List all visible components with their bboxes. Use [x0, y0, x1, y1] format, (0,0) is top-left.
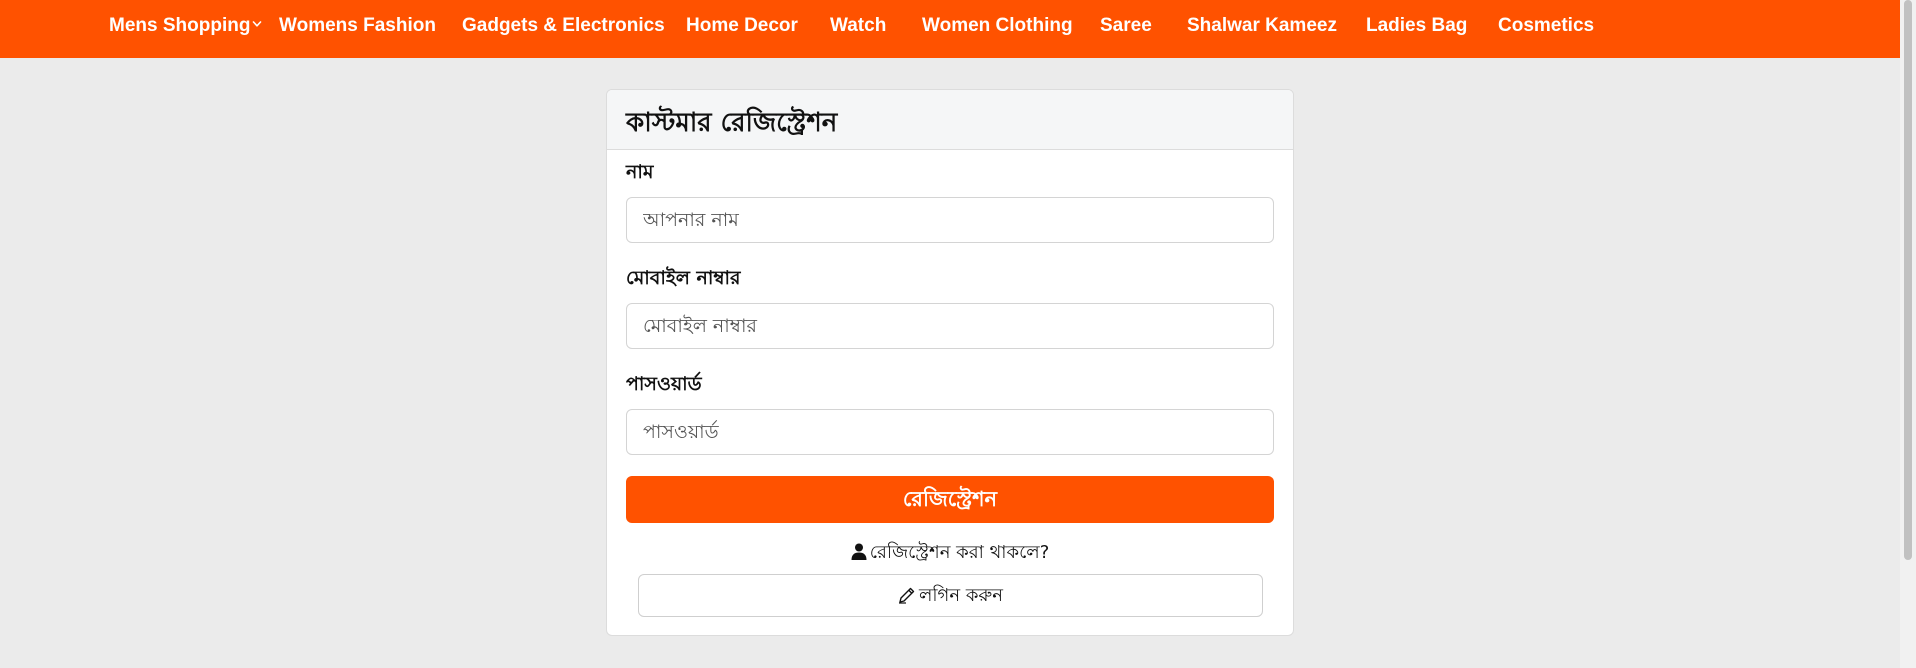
registration-card: কাস্টমার রেজিস্ট্রেশন নাম মোবাইল নাম্বার…	[606, 89, 1294, 636]
nav-item-gadgets-electronics[interactable]: Gadgets & Electronics	[462, 0, 665, 52]
card-header: কাস্টমার রেজিস্ট্রেশন	[607, 90, 1293, 150]
nav-item-saree[interactable]: Saree	[1100, 0, 1152, 52]
password-label: পাসওয়ার্ড	[626, 373, 702, 395]
login-button-label: লগিন করুন	[919, 585, 1003, 606]
page-scrollbar[interactable]	[1900, 0, 1916, 668]
nav-item-cosmetics[interactable]: Cosmetics	[1498, 0, 1594, 52]
register-button[interactable]: রেজিস্ট্রেশন	[626, 476, 1274, 523]
already-registered-prompt: রেজিস্ট্রেশন করা থাকলে?	[607, 538, 1293, 569]
name-label: নাম	[626, 161, 654, 183]
scrollbar-thumb[interactable]	[1904, 0, 1912, 560]
mobile-label: মোবাইল নাম্বার	[626, 267, 741, 289]
nav-item-ladies-bag[interactable]: Ladies Bag	[1366, 0, 1467, 52]
login-button[interactable]: লগিন করুন	[638, 574, 1263, 617]
name-input[interactable]	[626, 197, 1274, 243]
pencil-icon	[899, 587, 915, 604]
nav-item-shalwar-kameez[interactable]: Shalwar Kameez	[1187, 0, 1337, 52]
top-navigation-bar: Mens Shopping Womens Fashion Gadgets & E…	[0, 0, 1900, 58]
nav-item-home-decor[interactable]: Home Decor	[686, 0, 798, 52]
page-title: কাস্টমার রেজিস্ট্রেশন	[626, 108, 838, 138]
nav-item-mens-shopping[interactable]: Mens Shopping	[109, 0, 250, 52]
password-input[interactable]	[626, 409, 1274, 455]
chevron-down-icon[interactable]	[252, 19, 262, 29]
nav-item-womens-fashion[interactable]: Womens Fashion	[279, 0, 436, 52]
user-icon	[851, 543, 867, 560]
already-registered-text: রেজিস্ট্রেশন করা থাকলে?	[869, 542, 1050, 563]
nav-item-watch[interactable]: Watch	[830, 0, 886, 52]
nav-item-women-clothing[interactable]: Women Clothing	[922, 0, 1073, 52]
mobile-input[interactable]	[626, 303, 1274, 349]
